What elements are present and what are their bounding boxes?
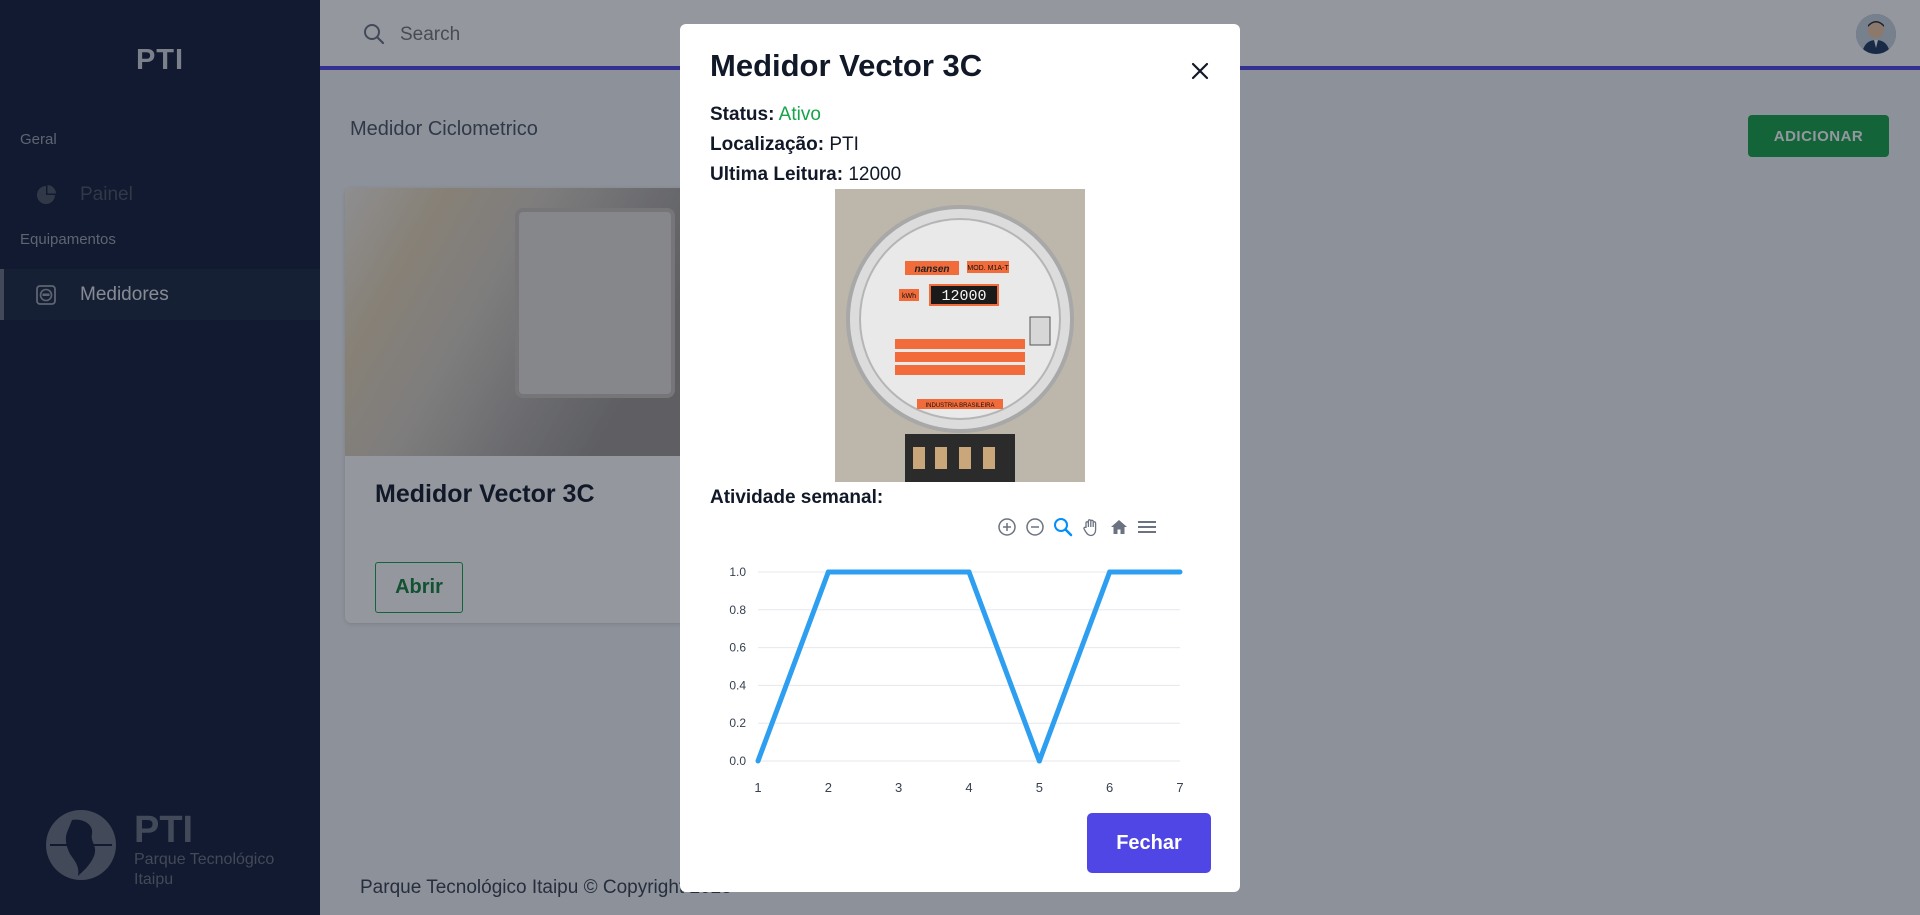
data-point [825, 569, 831, 575]
series-line [755, 569, 1180, 764]
fechar-button[interactable]: Fechar [1087, 813, 1211, 873]
data-point [1036, 758, 1042, 764]
x-tick-label: 3 [895, 780, 902, 795]
close-icon [1191, 62, 1209, 80]
x-tick-label: 1 [754, 780, 761, 795]
reading-line: Ultima Leitura: 12000 [710, 164, 901, 186]
meter-photo: nansen MOD. M1A-T kWh 12000 INDUSTRIA BR… [835, 189, 1085, 482]
modal-title: Medidor Vector 3C [710, 48, 983, 83]
data-point [1177, 569, 1183, 575]
data-point [1107, 569, 1113, 575]
photo-brand: nansen [914, 264, 949, 275]
weekly-activity-chart: 0.0 0.2 0.4 0.6 0.8 1.0 1 2 3 4 5 6 7 [729, 565, 1183, 795]
photo-footer: INDUSTRIA BRASILEIRA [925, 403, 994, 409]
y-tick-label: 0.6 [729, 641, 746, 655]
data-point [966, 569, 972, 575]
photo-unit: kWh [902, 293, 916, 300]
x-tick-label: 6 [1106, 780, 1113, 795]
location-label: Localização: [710, 134, 825, 155]
y-tick-label: 0.8 [729, 603, 746, 617]
weekly-activity-label: Atividade semanal: [710, 487, 884, 508]
x-tick-label: 5 [1036, 780, 1043, 795]
status-badge: Ativo [778, 104, 821, 125]
reading-value: 12000 [848, 164, 902, 185]
reading-label: Ultima Leitura: [710, 164, 844, 185]
status-line: Status: Ativo [710, 104, 821, 126]
x-tick-label: 2 [825, 780, 832, 795]
status-label: Status: [710, 104, 775, 125]
x-tick-label: 4 [965, 780, 972, 795]
location-line: Localização: PTI [710, 134, 859, 156]
meter-detail-modal: Medidor Vector 3C Status: Ativo Localiza… [680, 24, 1240, 892]
photo-model: MOD. M1A-T [967, 265, 1009, 272]
data-point [896, 569, 902, 575]
location-value: PTI [829, 134, 859, 155]
data-point [755, 758, 761, 764]
y-tick-label: 0.4 [729, 678, 746, 692]
close-button[interactable] [1184, 55, 1216, 87]
photo-meter-reading: 12000 [941, 288, 986, 305]
y-tick-label: 1.0 [729, 565, 746, 579]
y-tick-label: 0.0 [729, 754, 746, 768]
y-tick-label: 0.2 [729, 716, 746, 730]
x-tick-label: 7 [1176, 780, 1183, 795]
